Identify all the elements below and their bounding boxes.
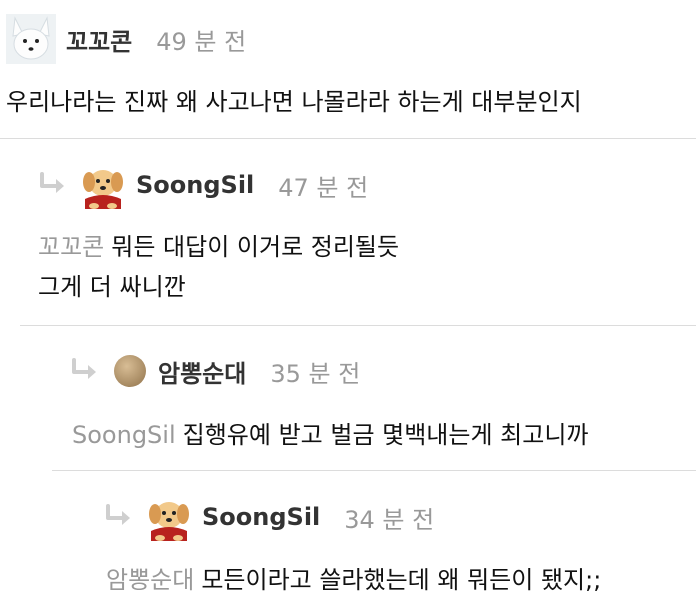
comment-header: SoongSil 34 분 전 [104, 493, 434, 541]
mention-link[interactable]: SoongSil [72, 421, 176, 449]
comment-header: SoongSil 47 분 전 [38, 161, 368, 209]
comment-body: SoongSil 집행유예 받고 벌금 몇백내는게 최고니까 [72, 415, 589, 450]
comment-body: 우리나라는 진짜 왜 사고나면 나몰라라 하는게 대부분인지 [6, 82, 582, 117]
mention-link[interactable]: 암뽕순대 [106, 566, 194, 594]
reply-arrow-icon [72, 358, 96, 379]
comment-text: 그게 더 싸니깐 [38, 273, 186, 301]
reply-arrow-icon [106, 504, 130, 525]
comment-author[interactable]: SoongSil [136, 171, 254, 199]
comment-body: 암뽕순대 모든이라고 쓸라했는데 왜 뭐든이 됐지;; [106, 560, 601, 595]
comment-time: 47 분 전 [278, 173, 369, 202]
comment-text: 집행유예 받고 벌금 몇백내는게 최고니까 [182, 421, 589, 449]
dog-avatar-icon[interactable] [80, 161, 126, 209]
fox-avatar-icon[interactable] [6, 14, 56, 64]
comment-author[interactable]: 암뽕순대 [158, 354, 246, 389]
comment-divider [20, 325, 696, 326]
default-avatar-icon[interactable] [112, 353, 148, 389]
comment-text: 우리나라는 진짜 왜 사고나면 나몰라라 하는게 대부분인지 [6, 88, 582, 116]
comment-header: 꼬꼬콘 49 분 전 [6, 14, 246, 64]
comment-time: 34 분 전 [344, 505, 435, 534]
comment-body: 꼬꼬콘 뭐든 대답이 이거로 정리될듯 그게 더 싸니깐 [38, 227, 399, 307]
comment-text: 모든이라고 쓸라했는데 왜 뭐든이 됐지;; [201, 566, 602, 594]
comment-time: 35 분 전 [270, 359, 361, 388]
comment-header: 암뽕순대 35 분 전 [70, 353, 360, 389]
comment-author[interactable]: 꼬꼬콘 [66, 22, 132, 57]
comment-text: 뭐든 대답이 이거로 정리될듯 [111, 233, 400, 261]
comment-divider [0, 138, 696, 139]
dog-avatar-icon[interactable] [146, 493, 192, 541]
comment-time: 49 분 전 [156, 27, 247, 56]
reply-arrow-icon [40, 172, 64, 193]
comment-divider [52, 470, 696, 471]
mention-link[interactable]: 꼬꼬콘 [38, 233, 104, 261]
comment-author[interactable]: SoongSil [202, 503, 320, 531]
